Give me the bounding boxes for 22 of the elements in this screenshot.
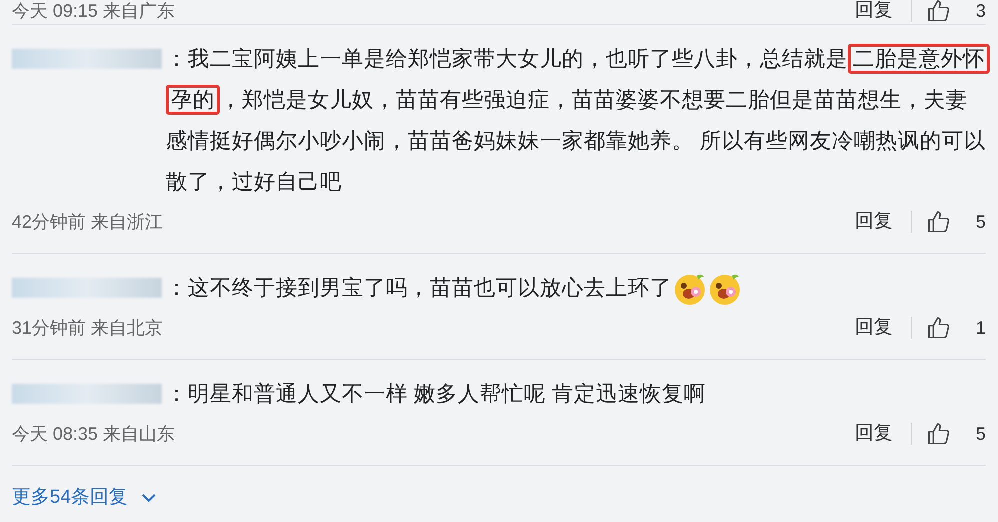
like-count: 3 <box>974 0 986 22</box>
reply-link[interactable]: 回复 <box>855 314 893 342</box>
comment-meta: 今天 08:35 来自山东 <box>12 422 176 446</box>
emoji-icon <box>708 272 742 306</box>
thumbs-up-icon[interactable] <box>926 315 952 341</box>
thumbs-up-icon[interactable] <box>926 209 952 235</box>
like-count: 1 <box>974 316 986 340</box>
emoji-icon <box>673 272 707 306</box>
reply-link[interactable]: 回复 <box>855 208 893 236</box>
like-count: 5 <box>974 210 986 234</box>
thumbs-up-icon[interactable] <box>926 421 952 447</box>
reply-link[interactable]: 回复 <box>855 420 893 448</box>
comment-meta: 今天 09:15 来自广东 <box>12 0 176 22</box>
comment-text: ：明星和普通人又不一样 嫩多人帮忙呢 肯定迅速恢复啊 <box>166 381 707 408</box>
comment-text: ：这不终于接到男宝了吗，苗苗也可以放心去上环了 <box>166 268 986 309</box>
comment-meta: 31分钟前 来自北京 <box>12 316 164 340</box>
thumbs-up-icon[interactable] <box>926 0 952 24</box>
chevron-down-icon <box>142 494 156 503</box>
like-count: 5 <box>974 422 986 446</box>
reply-link[interactable]: 回复 <box>855 0 893 26</box>
comment-meta: 42分钟前 来自浙江 <box>12 210 164 234</box>
more-replies-link[interactable]: 更多54条回复 <box>12 484 156 512</box>
